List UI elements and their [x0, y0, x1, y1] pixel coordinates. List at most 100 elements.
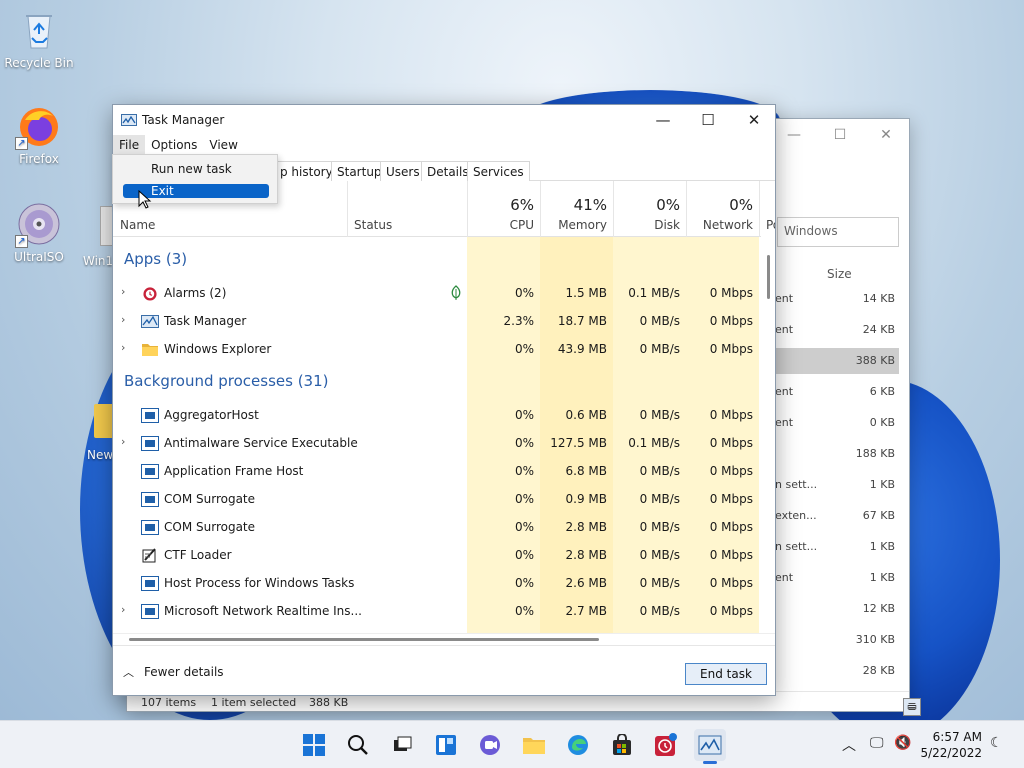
explorer-file-row[interactable]: 188 KB — [771, 441, 899, 467]
desktop-icon-new-folder[interactable]: New — [80, 404, 112, 462]
notification-moon-icon[interactable]: ☾ — [990, 735, 1003, 751]
task-view-button[interactable] — [386, 729, 418, 761]
search-button[interactable] — [342, 729, 374, 761]
disk-value: 0 MB/s — [639, 408, 680, 422]
disk-value: 0 MB/s — [639, 604, 680, 618]
memory-total: 41% — [573, 196, 607, 214]
process-row[interactable]: Host Process for Windows Tasks 0% 2.6 MB 0 … — [113, 569, 761, 597]
explorer-search-input[interactable]: Windows — [777, 217, 899, 247]
scrollbar-thumb[interactable] — [129, 638, 599, 641]
chevron-right-icon[interactable]: › — [121, 285, 125, 298]
desktop-icon-ultraiso[interactable]: ↗ UltraISO — [2, 202, 76, 264]
column-name[interactable]: Name — [120, 218, 155, 232]
file-type: ent — [775, 323, 794, 336]
end-task-button[interactable]: End task — [685, 663, 767, 685]
process-row[interactable]: Application Frame Host 0% 6.8 MB 0 MB/s 0 Mb… — [113, 457, 761, 485]
size-column-header[interactable]: Size — [827, 267, 852, 281]
column-power[interactable]: Po — [759, 181, 775, 237]
column-status[interactable]: Status — [347, 181, 467, 237]
tab-users[interactable]: Users — [380, 161, 426, 181]
group-background[interactable]: Background processes (31) — [124, 372, 329, 390]
explorer-file-row[interactable]: 28 KB — [771, 658, 899, 684]
explorer-file-row[interactable]: n sett... 1 KB — [771, 534, 899, 560]
horizontal-scrollbar[interactable] — [113, 633, 775, 645]
process-row[interactable]: AggregatorHost 0% 0.6 MB 0 MB/s 0 Mbps — [113, 401, 761, 429]
file-size: 1 KB — [869, 571, 895, 584]
close-icon[interactable]: ✕ — [863, 119, 909, 151]
start-button[interactable] — [298, 729, 330, 761]
desktop-icon-firefox[interactable]: ↗ Firefox — [2, 104, 76, 166]
explorer-file-row[interactable]: n sett... 1 KB — [771, 472, 899, 498]
explorer-file-row[interactable]: ent 1 KB — [771, 565, 899, 591]
process-row[interactable]: › Task Manager 2.3% 18.7 MB 0 MB/s 0 Mbps — [113, 307, 761, 335]
desktop-icon-label: New — [87, 448, 112, 462]
vertical-scrollbar[interactable] — [761, 237, 775, 633]
minimize-icon[interactable]: — — [771, 119, 817, 151]
tab-services[interactable]: Services — [467, 161, 530, 181]
minimize-button[interactable]: — — [640, 105, 686, 135]
maximize-button[interactable]: ☐ — [685, 105, 731, 135]
chevron-right-icon[interactable]: › — [121, 341, 125, 354]
task-manager-taskbar-button[interactable] — [694, 729, 726, 764]
explorer-file-row[interactable]: 388 KB — [771, 348, 899, 374]
chevron-up-icon[interactable]: ︿ — [842, 735, 856, 755]
file-explorer-button[interactable] — [518, 729, 550, 761]
explorer-file-row[interactable]: ent 6 KB — [771, 379, 899, 405]
scrollbar-thumb[interactable] — [767, 255, 770, 299]
process-row[interactable]: › Antimalware Service Executable 0% 127.5 M… — [113, 429, 761, 457]
process-row[interactable]: COM Surrogate 0% 2.8 MB 0 MB/s 0 Mbps — [113, 513, 761, 541]
process-row[interactable]: CTF Loader 0% 2.8 MB 0 MB/s 0 Mbps — [113, 541, 761, 569]
net-value: 0 Mbps — [709, 436, 753, 450]
process-window-icon — [141, 576, 159, 591]
column-cpu[interactable]: 6% CPU — [467, 181, 540, 237]
chat-button[interactable] — [474, 729, 506, 761]
process-window-icon — [141, 604, 159, 619]
disk-total: 0% — [656, 196, 680, 214]
process-row[interactable]: › Alarms (2) 0% 1.5 MB 0.1 MB/s 0 Mbps — [113, 279, 761, 307]
explorer-file-row[interactable]: ent 14 KB — [771, 286, 899, 312]
chevron-right-icon[interactable]: › — [121, 313, 125, 326]
process-row[interactable]: COM Surrogate 0% 0.9 MB 0 MB/s 0 Mbps — [113, 485, 761, 513]
column-disk[interactable]: 0% Disk — [613, 181, 686, 237]
network-label: Network — [702, 218, 753, 232]
store-button[interactable] — [606, 729, 638, 761]
process-row[interactable]: › Microsoft Network Realtime Ins... 0% 2.7 … — [113, 597, 761, 625]
explorer-file-row[interactable]: ent 0 KB — [771, 410, 899, 436]
volume-muted-icon[interactable]: 🔇 — [894, 735, 911, 751]
file-size: 28 KB — [862, 664, 895, 677]
process-window-icon — [141, 464, 159, 479]
explorer-file-row[interactable]: exten... 67 KB — [771, 503, 899, 529]
folder-icon — [94, 404, 112, 438]
maximize-icon[interactable]: ☐ — [817, 119, 863, 151]
chevron-right-icon[interactable]: › — [121, 435, 125, 448]
column-network[interactable]: 0% Network — [686, 181, 759, 237]
process-row[interactable]: › Windows Explorer 0% 43.9 MB 0 MB/s 0 Mbps — [113, 335, 761, 363]
mem-value: 2.7 MB — [565, 604, 607, 618]
network-total: 0% — [729, 196, 753, 214]
close-button[interactable]: ✕ — [731, 105, 775, 135]
disk-label: Disk — [654, 218, 680, 232]
disk-value: 0 MB/s — [639, 548, 680, 562]
fewer-details-button[interactable]: ︿ Fewer details — [123, 664, 224, 680]
explorer-file-row[interactable]: ent 24 KB — [771, 317, 899, 343]
column-memory[interactable]: 41% Memory — [540, 181, 613, 237]
widgets-button[interactable] — [430, 729, 462, 761]
explorer-file-row[interactable]: 310 KB — [771, 627, 899, 653]
chevron-right-icon[interactable]: › — [121, 603, 125, 616]
edge-button[interactable] — [562, 729, 594, 761]
disk-value: 0 MB/s — [639, 464, 680, 478]
alarms-taskbar-button[interactable] — [650, 729, 682, 761]
desktop-icon-recycle-bin[interactable]: Recycle Bin — [2, 8, 76, 70]
explorer-file-row[interactable]: 12 KB — [771, 596, 899, 622]
clock[interactable]: 6:57 AM 5/22/2022 — [914, 729, 982, 761]
shortcut-arrow-icon: ↗ — [15, 137, 28, 150]
process-name: Antimalware Service Executable — [164, 436, 358, 450]
title-bar[interactable]: Task Manager — ☐ ✕ — [113, 105, 775, 135]
network-icon[interactable]: 🖵 — [870, 735, 884, 751]
mem-value: 2.6 MB — [565, 576, 607, 590]
group-apps[interactable]: Apps (3) — [124, 250, 187, 268]
large-icons-view-icon[interactable]: ▭ — [903, 698, 921, 716]
tab-app-history[interactable]: p history — [275, 161, 339, 181]
search-icon — [348, 735, 368, 755]
menu-item-run-new-task[interactable]: Run new task — [123, 162, 269, 176]
